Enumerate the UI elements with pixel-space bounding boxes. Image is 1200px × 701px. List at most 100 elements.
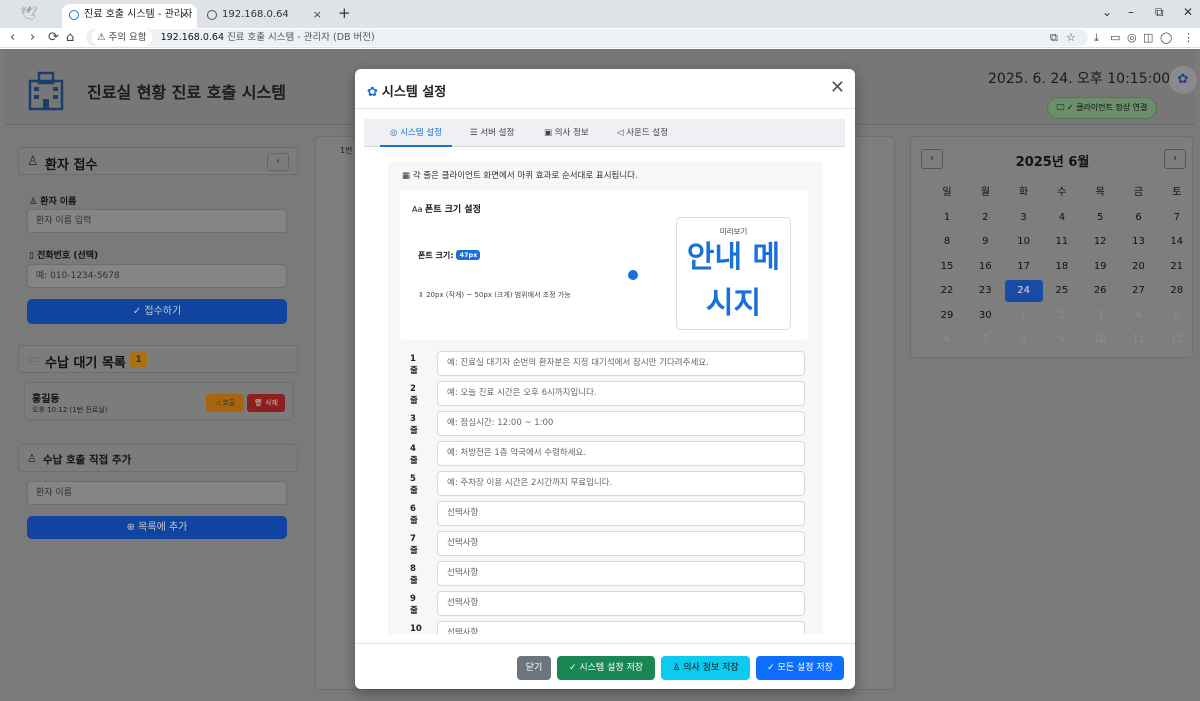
tab-search-button[interactable]: ⌄ bbox=[1102, 5, 1112, 19]
tab-ip[interactable]: 192.168.0.64 × bbox=[200, 4, 330, 28]
next-month-button[interactable]: › bbox=[1164, 149, 1186, 169]
calendar-day[interactable]: 14 bbox=[1158, 231, 1196, 253]
calendar-day[interactable]: 18 bbox=[1043, 256, 1081, 278]
calendar-day[interactable]: 10 bbox=[1081, 329, 1119, 351]
weekday-label: 목 bbox=[1095, 187, 1105, 198]
url-field[interactable]: ⚠ 주의 요함 192.168.0.64 진료 호출 시스템 - 관리자 (DB… bbox=[86, 29, 1088, 46]
line-input[interactable]: 선택사항 bbox=[437, 591, 805, 616]
security-warning-badge[interactable]: ⚠ 주의 요함 bbox=[92, 29, 152, 46]
phone-input[interactable]: 예: 010-1234-5678 bbox=[27, 264, 287, 288]
calendar-day[interactable]: 12 bbox=[1081, 231, 1119, 253]
reload-button[interactable]: ⟳ bbox=[48, 30, 59, 45]
calendar-day[interactable]: 27 bbox=[1120, 280, 1158, 302]
calendar-day[interactable]: 11 bbox=[1043, 231, 1081, 253]
line-input[interactable]: 예: 오늘 진료 시간은 오후 6시까지입니다. bbox=[437, 381, 805, 406]
profile-icon[interactable]: ◯ bbox=[1160, 31, 1172, 44]
calendar-day[interactable]: 2 bbox=[966, 207, 1004, 229]
sidepanel-icon[interactable]: ◫ bbox=[1143, 31, 1153, 44]
tab-sound-settings[interactable]: ◁ 사운드 설정 bbox=[607, 119, 678, 147]
collapse-button[interactable]: ‹ bbox=[267, 153, 289, 171]
calendar-day[interactable]: 6 bbox=[928, 329, 966, 351]
calendar-day[interactable]: 16 bbox=[966, 256, 1004, 278]
modal-close-button[interactable]: ✕ bbox=[830, 77, 845, 98]
calendar-day[interactable]: 8 bbox=[1005, 329, 1043, 351]
line-input[interactable]: 예: 점심시간: 12:00 ~ 1:00 bbox=[437, 411, 805, 436]
close-button[interactable]: 닫기 bbox=[517, 656, 551, 680]
tab-admin[interactable]: 진료 호출 시스템 - 관리자 (DB 버전) × bbox=[62, 4, 197, 42]
calendar-day[interactable]: 5 bbox=[1158, 305, 1196, 327]
line-label: 2줄 bbox=[410, 384, 418, 406]
save-system-button[interactable]: ✓ 시스템 설정 저장 bbox=[557, 656, 655, 680]
delete-button[interactable]: 🗑 삭제 bbox=[247, 394, 285, 412]
line-input[interactable]: 선택사항 bbox=[437, 531, 805, 556]
calendar-day[interactable]: 28 bbox=[1158, 280, 1196, 302]
calendar-day[interactable]: 8 bbox=[928, 231, 966, 253]
tab-close-icon[interactable]: × bbox=[313, 4, 322, 26]
calendar-day[interactable]: 21 bbox=[1158, 256, 1196, 278]
calendar-day[interactable]: 4 bbox=[1043, 207, 1081, 229]
calendar-day[interactable]: 30 bbox=[966, 305, 1004, 327]
modal-header: ✿ 시스템 설정 ✕ bbox=[355, 69, 855, 109]
calendar-day[interactable]: 12 bbox=[1158, 329, 1196, 351]
tab-close-icon[interactable]: × bbox=[180, 4, 189, 26]
calendar-day[interactable]: 22 bbox=[928, 280, 966, 302]
download-icon[interactable]: ⤓ bbox=[1094, 31, 1099, 45]
calendar-day[interactable]: 26 bbox=[1081, 280, 1119, 302]
add-to-list-button[interactable]: ⊕ 목록에 추가 bbox=[27, 516, 287, 539]
tab-doctor-info[interactable]: ▣ 의사 정보 bbox=[534, 119, 599, 147]
calendar-day[interactable]: 4 bbox=[1120, 305, 1158, 327]
calendar-day[interactable]: 20 bbox=[1120, 256, 1158, 278]
calendar-day[interactable]: 9 bbox=[1043, 329, 1081, 351]
minimize-button[interactable]: – bbox=[1128, 5, 1134, 19]
direct-name-input[interactable]: 환자 이름 bbox=[27, 481, 287, 505]
calendar-day[interactable]: 5 bbox=[1081, 207, 1119, 229]
calendar-day[interactable]: 15 bbox=[928, 256, 966, 278]
calendar-day[interactable]: 10 bbox=[1005, 231, 1043, 253]
calendar-day[interactable]: 24 bbox=[1004, 280, 1043, 302]
home-button[interactable]: ⌂ bbox=[66, 30, 74, 45]
new-tab-button[interactable]: + bbox=[338, 4, 351, 22]
calendar-day[interactable]: 1 bbox=[928, 207, 966, 229]
back-button[interactable]: ‹ bbox=[10, 30, 15, 45]
cast-icon[interactable]: ⧉ bbox=[1050, 31, 1058, 45]
calendar-day[interactable]: 7 bbox=[1158, 207, 1196, 229]
calendar-day[interactable]: 3 bbox=[1081, 305, 1119, 327]
calendar-day[interactable]: 13 bbox=[1120, 231, 1158, 253]
media-icon[interactable]: ▭ bbox=[1110, 31, 1120, 44]
loading-icon bbox=[69, 10, 79, 20]
line-input[interactable]: 예: 주차장 이용 시간은 2시간까지 무료입니다. bbox=[437, 471, 805, 496]
call-button[interactable]: ◁ 호출 bbox=[206, 394, 244, 412]
patient-name-input[interactable]: 환자 이름 입력 bbox=[27, 209, 287, 233]
calendar-day[interactable]: 29 bbox=[928, 305, 966, 327]
line-input[interactable]: 선택사항 bbox=[437, 621, 805, 634]
calendar-day[interactable]: 17 bbox=[1005, 256, 1043, 278]
calendar-day[interactable]: 1 bbox=[1005, 305, 1043, 327]
restore-button[interactable]: ⧉ bbox=[1155, 5, 1164, 20]
line-input[interactable]: 예: 진료실 대기자 순번의 환자분은 지정 대기석에서 잠시만 기다려주세요. bbox=[437, 351, 805, 376]
modal-body[interactable]: ▦ 각 줄은 클라이언트 화면에서 마퀴 효과로 순서대로 표시됩니다. Aa … bbox=[388, 162, 822, 634]
calendar-day[interactable]: 7 bbox=[966, 329, 1004, 351]
settings-gear-button[interactable]: ✿ bbox=[1169, 66, 1197, 94]
font-size-slider-handle[interactable] bbox=[628, 270, 638, 280]
close-window-button[interactable]: ✕ bbox=[1183, 5, 1193, 19]
menu-icon[interactable]: ⋮ bbox=[1183, 31, 1194, 44]
calendar-day[interactable]: 19 bbox=[1081, 256, 1119, 278]
calendar-day[interactable]: 23 bbox=[966, 280, 1004, 302]
calendar-day[interactable]: 9 bbox=[966, 231, 1004, 253]
calendar-day[interactable]: 11 bbox=[1120, 329, 1158, 351]
calendar-day[interactable]: 6 bbox=[1120, 207, 1158, 229]
register-button[interactable]: ✓ 접수하기 bbox=[27, 299, 287, 324]
save-doctor-button[interactable]: ♙ 의사 정보 저장 bbox=[661, 656, 750, 680]
bookmark-star-icon[interactable]: ☆ bbox=[1066, 31, 1076, 44]
calendar-day[interactable]: 25 bbox=[1043, 280, 1081, 302]
tab-server-settings[interactable]: ☰ 서버 설정 bbox=[460, 119, 524, 147]
line-input[interactable]: 선택사항 bbox=[437, 501, 805, 526]
line-input[interactable]: 선택사항 bbox=[437, 561, 805, 586]
capture-icon[interactable]: ◎ bbox=[1127, 31, 1137, 44]
tab-system-settings[interactable]: ◎ 시스템 설정 bbox=[380, 119, 452, 147]
line-input[interactable]: 예: 처방전은 1층 약국에서 수령하세요. bbox=[437, 441, 805, 466]
calendar-day[interactable]: 3 bbox=[1005, 207, 1043, 229]
save-all-button[interactable]: ✓ 모든 설정 저장 bbox=[756, 656, 844, 680]
calendar-day[interactable]: 2 bbox=[1043, 305, 1081, 327]
forward-button[interactable]: › bbox=[30, 30, 35, 45]
